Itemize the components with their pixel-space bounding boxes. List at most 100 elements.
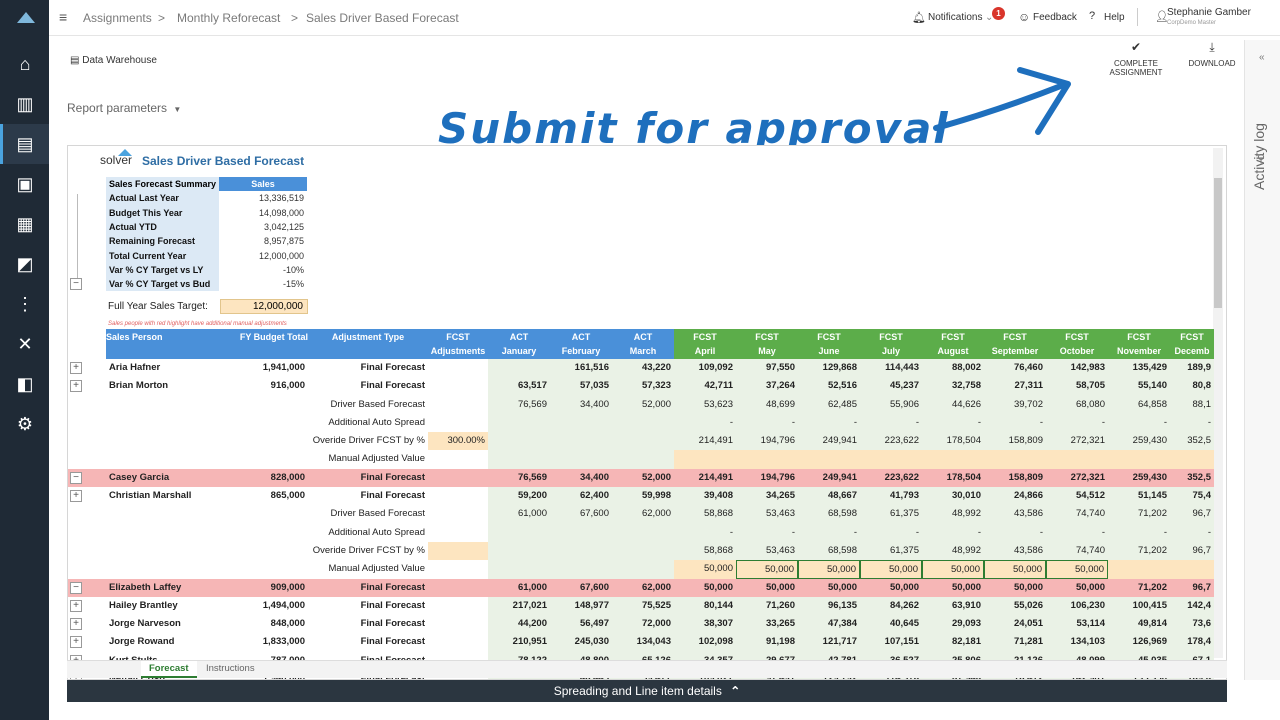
breadcrumb-monthly-reforecast[interactable]: Monthly Reforecast [177,11,280,25]
clipboard-icon[interactable]: ▤ [12,131,38,157]
table-cell[interactable] [428,359,488,377]
table-cell[interactable]: 58,868 [674,505,736,524]
table-cell[interactable]: 75,4 [1170,487,1214,506]
table-cell[interactable]: 217,021 [488,596,550,616]
table-cell[interactable]: 134,043 [612,633,674,652]
table-cell[interactable]: 71,202 [1108,541,1170,561]
table-cell[interactable]: 71,281 [984,633,1046,652]
table-cell[interactable] [428,579,488,597]
table-cell[interactable]: 53,463 [736,541,798,561]
table-cell[interactable]: 50,000 [798,560,860,579]
table-cell[interactable]: 82,181 [922,633,984,652]
table-cell[interactable] [428,560,488,578]
table-cell[interactable] [428,487,488,505]
table-cell[interactable] [1170,450,1214,469]
table-cell[interactable] [1046,450,1108,469]
table-cell[interactable]: 68,080 [1046,395,1108,414]
table-cell[interactable]: 50,000 [1046,579,1108,597]
home-icon[interactable]: ⌂ [12,51,38,77]
table-cell[interactable]: 109,092 [674,359,736,378]
table-cell[interactable]: 178,504 [922,432,984,451]
table-cell[interactable]: - [1170,523,1214,542]
table-row[interactable]: Driver Based Forecast 61,000 67,600 62,000 5… [68,505,1214,524]
data-warehouse-link[interactable]: ▤ Data Warehouse [70,55,157,66]
table-cell[interactable]: 39,408 [674,487,736,506]
collapse-row-button[interactable]: − [70,471,82,484]
table-cell[interactable]: 102,098 [674,633,736,652]
table-cell[interactable] [612,541,674,561]
collapse-row-button[interactable]: − [70,581,82,594]
collapse-button[interactable]: − [70,278,82,290]
table-cell[interactable]: 249,941 [798,432,860,451]
data-icon[interactable]: ◧ [12,371,38,397]
table-row[interactable]: Driver Based Forecast 76,569 34,400 52,000 5… [68,395,1214,414]
table-cell[interactable] [922,450,984,469]
table-cell[interactable]: 48,992 [922,505,984,524]
user-name[interactable]: Stephanie Gamber [1167,7,1251,18]
table-cell[interactable]: 51,145 [1108,487,1170,506]
table-cell[interactable]: 272,321 [1046,469,1108,487]
table-cell[interactable]: 53,623 [674,395,736,414]
table-cell[interactable]: 352,5 [1170,432,1214,451]
table-cell[interactable] [428,541,488,561]
table-cell[interactable] [488,413,550,433]
table-cell[interactable]: 39,702 [984,395,1046,414]
table-cell[interactable]: 37,264 [736,377,798,396]
help-link[interactable]: Help [1104,12,1125,23]
table-cell[interactable]: 61,375 [860,541,922,561]
table-cell[interactable] [550,523,612,542]
table-cell[interactable]: 76,460 [984,359,1046,378]
full-year-target-input[interactable]: 12,000,000 [220,299,308,314]
spreadsheet[interactable]: solver Sales Driver Based Forecast − Sal… [67,145,1227,680]
table-cell[interactable]: 214,491 [674,432,736,451]
table-cell[interactable]: 142,4 [1170,596,1214,616]
table-cell[interactable]: 24,051 [984,615,1046,634]
table-row[interactable]: − Elizabeth Laffey 909,000 Final Forecast 61… [68,578,1214,597]
table-cell[interactable]: - [984,413,1046,433]
table-cell[interactable] [550,560,612,579]
table-cell[interactable]: 80,144 [674,596,736,616]
table-row[interactable]: Manual Adjusted Value 50,000 50,000 50,000 5… [68,560,1214,579]
vertical-scrollbar[interactable] [1213,148,1223,658]
table-cell[interactable]: 76,569 [488,469,550,487]
table-cell[interactable]: 178,504 [922,469,984,487]
table-cell[interactable] [984,450,1046,469]
forecast-grid[interactable]: Sales Person FY Budget Total Adjustment Ty… [68,329,1214,679]
table-cell[interactable]: 148,977 [550,596,612,616]
users-icon[interactable]: ◩ [12,251,38,277]
table-cell[interactable]: 42,711 [674,377,736,396]
table-cell[interactable]: - [922,523,984,542]
table-cell[interactable]: 62,485 [798,395,860,414]
table-cell[interactable]: 223,622 [860,469,922,487]
table-cell[interactable]: 73,6 [1170,615,1214,634]
table-cell[interactable] [550,432,612,451]
table-cell[interactable]: 121,717 [798,633,860,652]
table-cell[interactable]: 84,262 [860,596,922,616]
table-cell[interactable]: 43,586 [984,505,1046,524]
table-cell[interactable]: 50,000 [860,579,922,597]
hamburger-menu-icon[interactable]: ≡ [59,9,67,25]
table-row[interactable]: Overide Driver FCST by % 300.00% 214,491 19… [68,432,1214,451]
feedback-link[interactable]: Feedback [1033,12,1077,23]
table-cell[interactable]: 57,035 [550,377,612,396]
table-cell[interactable]: 249,941 [798,469,860,487]
details-panel-toggle[interactable]: Spreading and Line item details ⌃ [67,680,1227,702]
table-cell[interactable]: 56,497 [550,615,612,634]
table-cell[interactable]: - [1108,523,1170,542]
table-cell[interactable]: 40,645 [860,615,922,634]
expand-row-button[interactable]: + [70,599,82,612]
table-cell[interactable]: 50,000 [1046,560,1108,579]
table-cell[interactable] [488,359,550,378]
table-cell[interactable]: 61,000 [488,505,550,524]
tools-icon[interactable]: ✕ [12,331,38,357]
table-cell[interactable] [736,450,798,469]
help-icon[interactable]: ? [1089,10,1095,22]
table-cell[interactable]: - [860,413,922,433]
table-cell[interactable]: 158,809 [984,432,1046,451]
activity-log-panel[interactable]: « Activity log ⚲ [1244,40,1280,680]
table-cell[interactable]: 50,000 [922,579,984,597]
table-row[interactable]: Additional Auto Spread - - - - - - - - - [68,413,1214,433]
table-cell[interactable]: 34,400 [550,395,612,414]
table-cell[interactable]: 49,814 [1108,615,1170,634]
table-cell[interactable]: 61,000 [488,579,550,597]
